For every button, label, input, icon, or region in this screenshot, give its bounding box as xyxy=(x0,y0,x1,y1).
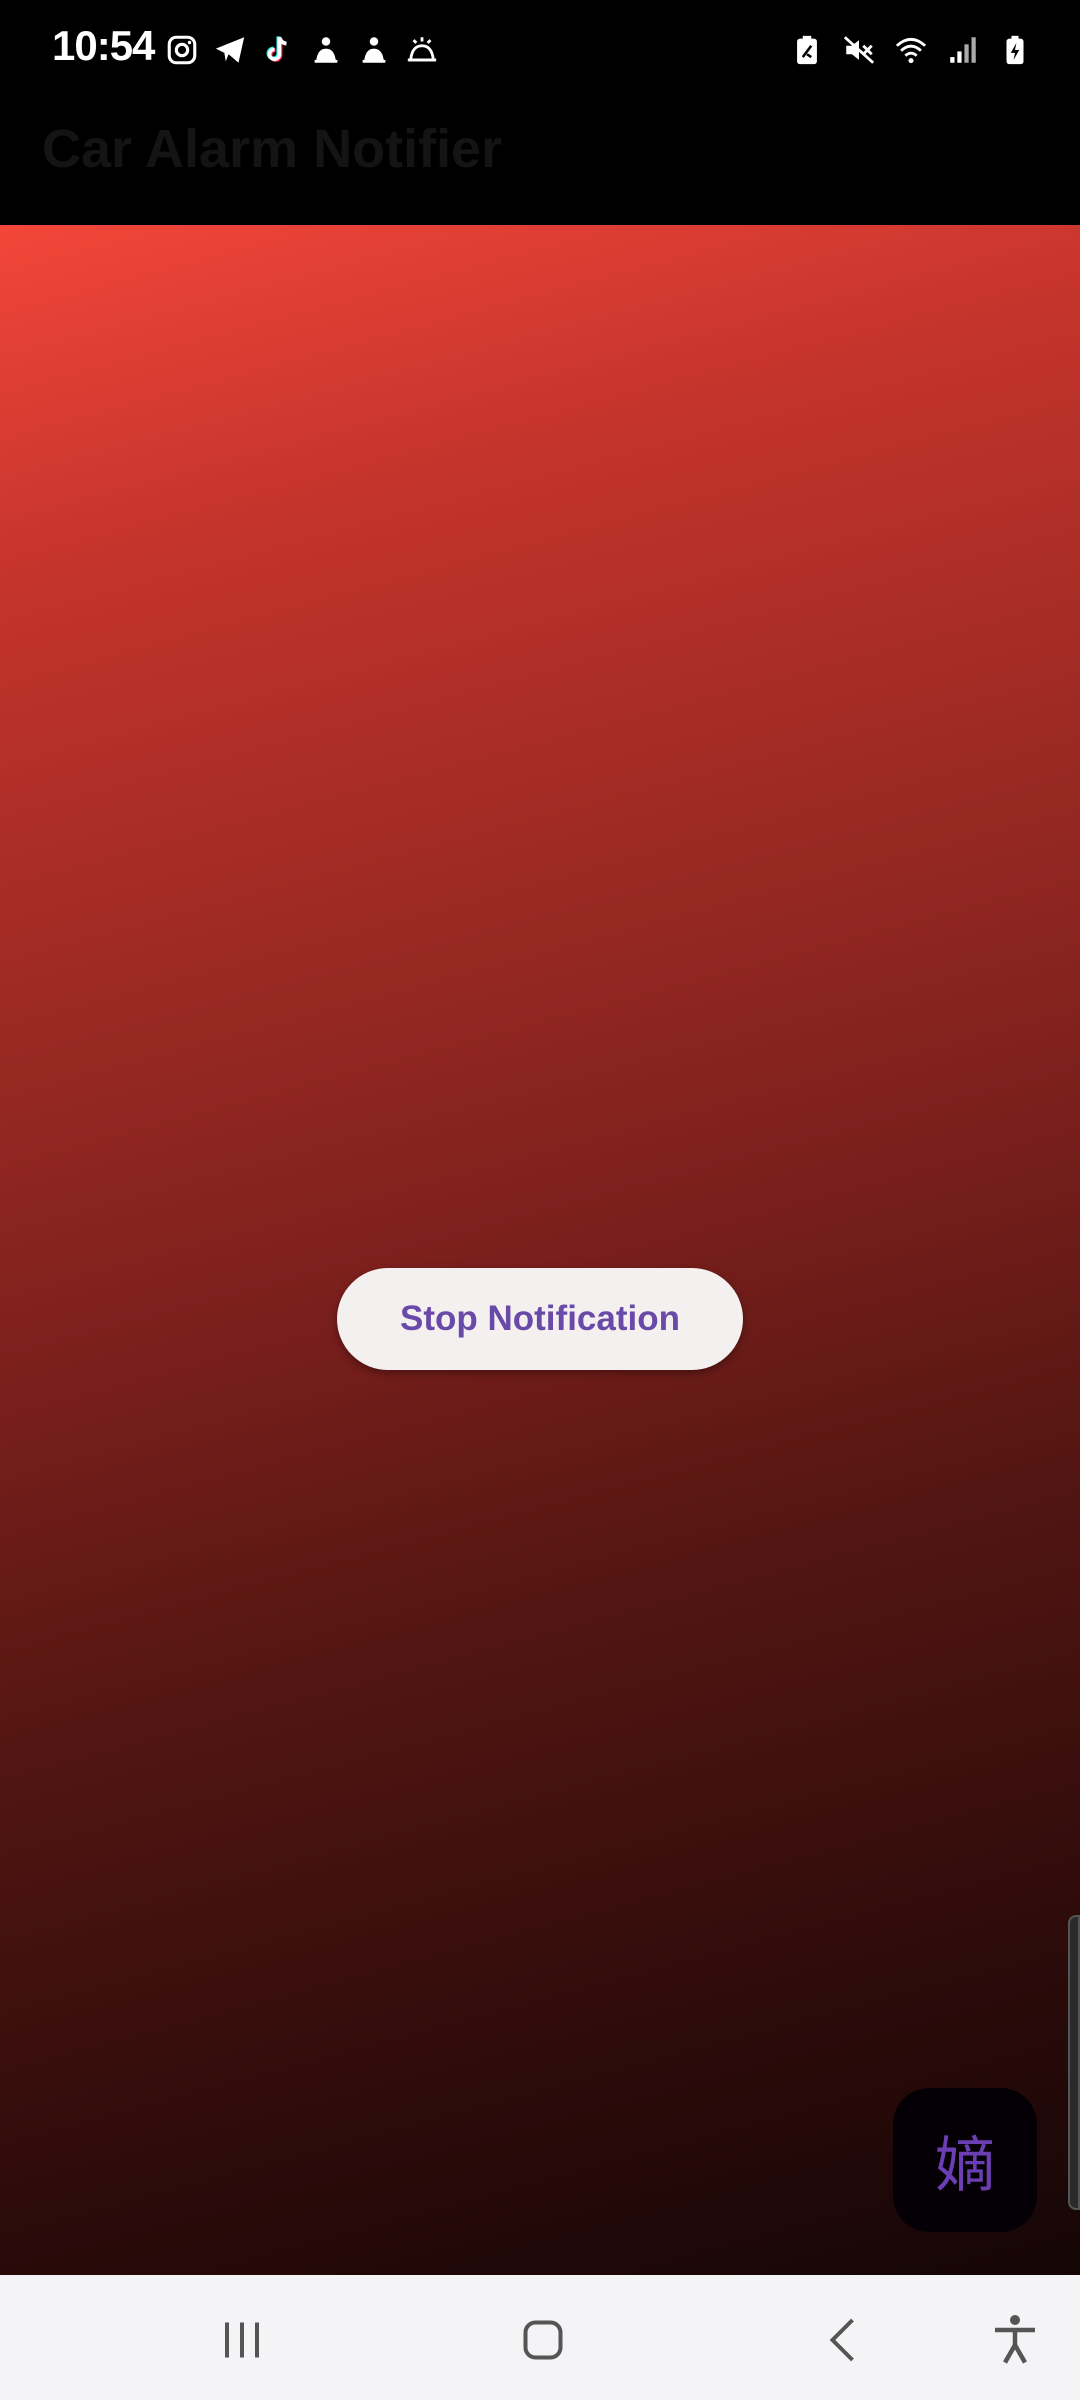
signal-icon xyxy=(946,30,980,70)
battery-saver-icon xyxy=(790,30,824,70)
navigation-bar xyxy=(0,2275,1080,2400)
wifi-icon xyxy=(894,30,928,70)
recent-apps-icon xyxy=(225,2322,259,2358)
battery-charging-icon xyxy=(998,30,1032,70)
screen: 10:54 Car Alarm Notifier Stop Notificati… xyxy=(0,0,1080,2400)
status-right-icons xyxy=(790,30,1032,70)
app-bar: Car Alarm Notifier xyxy=(0,100,1080,225)
main-content: Stop Notification 嫡 xyxy=(0,225,1080,2275)
status-left-icons xyxy=(165,30,439,70)
status-time: 10:54 xyxy=(52,22,155,69)
notification-icon xyxy=(309,30,343,70)
alarm-icon xyxy=(405,30,439,70)
status-bar: 10:54 xyxy=(0,0,1080,100)
back-button[interactable] xyxy=(810,2305,880,2375)
recent-apps-button[interactable] xyxy=(207,2305,277,2375)
notification-icon xyxy=(357,30,391,70)
instagram-icon xyxy=(165,30,199,70)
tiktok-icon xyxy=(261,30,295,70)
app-title: Car Alarm Notifier xyxy=(42,119,503,179)
edge-panel-handle[interactable] xyxy=(1068,1915,1080,2210)
stop-notification-button[interactable]: Stop Notification xyxy=(337,1268,743,1370)
floating-action-button[interactable]: 嫡 xyxy=(893,2088,1037,2232)
home-button[interactable] xyxy=(508,2305,578,2375)
home-icon xyxy=(523,2320,563,2360)
telegram-icon xyxy=(213,30,247,70)
back-icon xyxy=(829,2318,854,2362)
accessibility-icon xyxy=(995,2315,1035,2364)
accessibility-button[interactable] xyxy=(980,2305,1050,2375)
mute-icon xyxy=(842,30,876,70)
fab-glyph-icon: 嫡 xyxy=(935,2130,995,2201)
